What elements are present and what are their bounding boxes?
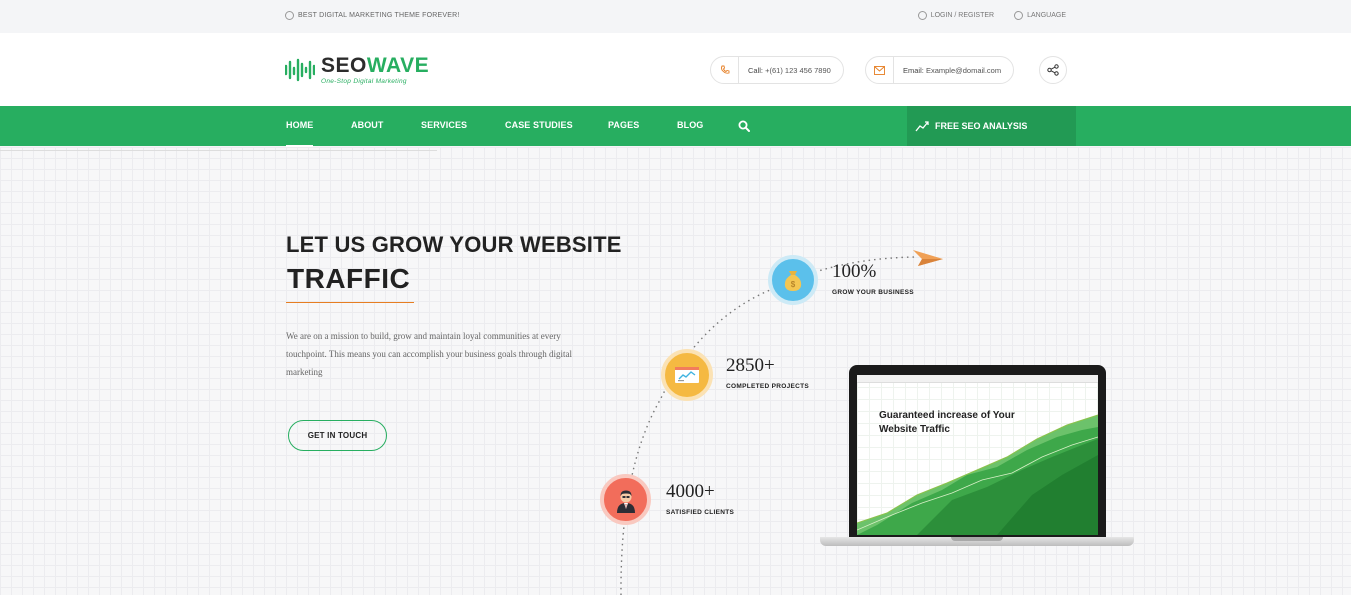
- stat-clients-circle: [600, 474, 651, 525]
- nav-blog[interactable]: BLOG: [677, 120, 703, 130]
- stat-growth-label: GROW YOUR BUSINESS: [832, 289, 914, 296]
- nav-about[interactable]: ABOUT: [351, 120, 384, 130]
- stat-projects-value: 2850+: [726, 355, 775, 376]
- email-text: Email: Example@domail.com: [894, 66, 1013, 75]
- free-seo-analysis-button[interactable]: FREE SEO ANALYSIS: [907, 106, 1076, 146]
- user-icon: [917, 11, 927, 20]
- top-links: LOGIN / REGISTER LANGUAGE: [917, 11, 1066, 20]
- wave-logo-icon: [285, 58, 315, 82]
- nav-pages[interactable]: PAGES: [608, 120, 639, 130]
- logo-text: SEOWAVE One-Stop Digital Marketing: [321, 55, 429, 85]
- language-label: LANGUAGE: [1027, 12, 1066, 19]
- stat-growth-value: 100%: [832, 261, 877, 282]
- title-underline: [286, 302, 414, 303]
- tagline-text: BEST DIGITAL MARKETING THEME FOREVER!: [298, 12, 460, 19]
- logo-subtitle: One-Stop Digital Marketing: [321, 78, 407, 85]
- header: SEOWAVE One-Stop Digital Marketing Call:…: [0, 33, 1351, 106]
- free-seo-analysis-label: FREE SEO ANALYSIS: [935, 121, 1028, 131]
- share-button[interactable]: [1039, 56, 1067, 84]
- screen-headline: Guaranteed increase of Your Website Traf…: [879, 410, 1015, 435]
- laptop-notch: [951, 537, 1003, 541]
- laptop-screen: Guaranteed increase of Your Website Traf…: [857, 375, 1098, 535]
- call-pill[interactable]: Call: +(61) 123 456 7890: [710, 56, 844, 84]
- search-icon[interactable]: [738, 120, 750, 132]
- smile-icon: [285, 11, 294, 20]
- businessman-icon: [616, 490, 635, 513]
- email-label: Email:: [903, 65, 924, 75]
- main-nav: HOME ABOUT SERVICES CASE STUDIES PAGES B…: [0, 106, 1351, 147]
- nav-divider: [0, 150, 437, 151]
- email-pill[interactable]: Email: Example@domail.com: [865, 56, 1015, 84]
- hero-title-line1: LET US GROW YOUR WEBSITE: [286, 232, 622, 257]
- share-icon: [1047, 64, 1059, 76]
- laptop-screen-frame: Guaranteed increase of Your Website Traf…: [849, 365, 1106, 539]
- stat-projects-circle: [661, 349, 713, 401]
- money-bag-icon: $: [784, 271, 802, 291]
- laptop-illustration: Guaranteed increase of Your Website Traf…: [820, 365, 1134, 550]
- nav-case-studies[interactable]: CASE STUDIES: [505, 120, 573, 130]
- hero-description: We are on a mission to build, grow and m…: [286, 331, 573, 377]
- login-register-link[interactable]: LOGIN / REGISTER: [917, 11, 995, 20]
- get-in-touch-button[interactable]: GET IN TOUCH: [288, 420, 387, 451]
- language-selector[interactable]: LANGUAGE: [1014, 11, 1066, 20]
- envelope-icon: [866, 57, 894, 83]
- svg-text:$: $: [791, 280, 796, 289]
- logo[interactable]: SEOWAVE One-Stop Digital Marketing: [285, 55, 429, 85]
- logo-wave: WAVE: [366, 54, 430, 77]
- tagline: BEST DIGITAL MARKETING THEME FOREVER!: [285, 11, 460, 20]
- nav-services[interactable]: SERVICES: [421, 120, 467, 130]
- traffic-growth-graphic: [857, 414, 1098, 535]
- call-value: +(61) 123 456 7890: [765, 65, 831, 75]
- login-register-label: LOGIN / REGISTER: [930, 12, 995, 19]
- trend-chart-icon: [915, 121, 929, 132]
- globe-icon: [1014, 11, 1024, 20]
- call-label: Call:: [748, 65, 764, 75]
- stat-clients-value: 4000+: [666, 481, 715, 502]
- hero-title-line2: TRAFFIC: [287, 263, 411, 294]
- logo-seo: SEO: [321, 54, 367, 77]
- stat-growth-circle: $: [768, 255, 818, 305]
- stat-projects-label: COMPLETED PROJECTS: [726, 383, 810, 390]
- stat-clients-label: SATISFIED CLIENTS: [666, 509, 735, 516]
- browser-window-icon: [675, 367, 699, 383]
- email-value: Example@domail.com: [925, 65, 1002, 75]
- logo-name: SEOWAVE: [321, 55, 429, 76]
- nav-home[interactable]: HOME: [286, 120, 314, 147]
- call-text: Call: +(61) 123 456 7890: [739, 66, 843, 75]
- top-bar: BEST DIGITAL MARKETING THEME FOREVER! LO…: [0, 0, 1351, 33]
- phone-icon: [711, 57, 739, 83]
